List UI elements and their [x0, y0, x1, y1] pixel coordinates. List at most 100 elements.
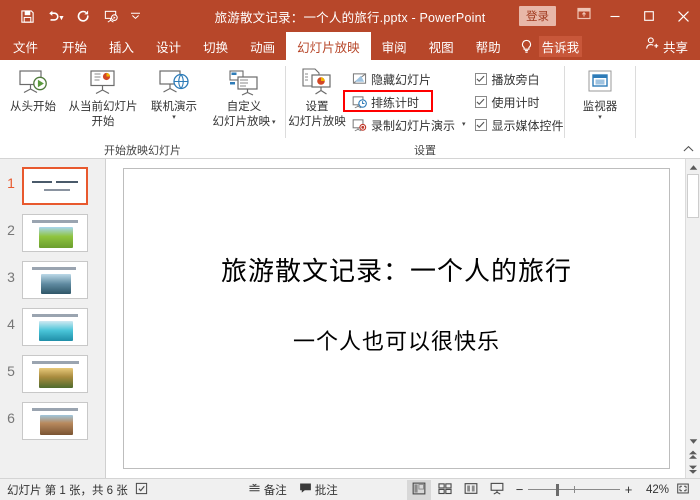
slide-counter[interactable]: 幻灯片 第 1 张，共 6 张 — [7, 482, 128, 498]
monitor-button[interactable]: 监视器 ▾ — [569, 64, 631, 122]
share-button[interactable]: 共享 — [645, 32, 700, 60]
set-up-slide-show-icon — [300, 67, 334, 99]
zoom-track[interactable] — [528, 479, 620, 500]
minimize-button[interactable] — [598, 0, 632, 32]
notes-label: 备注 — [263, 484, 287, 497]
thumbnail-slide-1[interactable] — [22, 167, 88, 205]
zoom-track-tick — [574, 485, 575, 493]
play-narrations-checkbox[interactable]: 播放旁白 — [474, 69, 564, 89]
set-up-slide-show-button[interactable]: 设置 幻灯片放映 — [286, 64, 348, 129]
thumbnail-slide-2[interactable] — [22, 214, 88, 252]
zoom-slider[interactable]: − + — [515, 479, 633, 500]
thumbnail-number: 1 — [7, 175, 15, 191]
undo-button[interactable]: ▼ — [42, 4, 68, 28]
redo-button[interactable] — [70, 4, 96, 28]
monitor-dropdown-caret[interactable]: ▾ — [598, 114, 602, 122]
checkbox-icon — [474, 96, 487, 108]
slide-editing-surface[interactable]: 旅游散文记录：一个人的旅行 一个人也可以很快乐 — [123, 168, 670, 469]
start-from-current-slide-label-1: 从当前幻灯片 — [68, 101, 138, 113]
maximize-button[interactable] — [632, 0, 666, 32]
maximize-icon — [643, 10, 655, 22]
tab-slide-show[interactable]: 幻灯片放映 — [286, 32, 371, 60]
collapse-ribbon-button[interactable] — [680, 142, 696, 156]
show-media-controls-checkbox[interactable]: 显示媒体控件 — [474, 115, 564, 135]
custom-slide-show-label-1: 自定义 — [226, 101, 262, 113]
tab-view[interactable]: 视图 — [418, 32, 465, 60]
hide-slide-button[interactable]: 隐藏幻灯片 — [348, 69, 469, 89]
tab-file[interactable]: 文件 — [0, 32, 51, 60]
thumbnail-slide-6[interactable] — [22, 402, 88, 440]
accessibility-check-icon[interactable] — [135, 482, 148, 498]
thumbnail-slide-4[interactable] — [22, 308, 88, 346]
set-up-small-buttons: 隐藏幻灯片 排练计时 录制幻灯片演示 ▾ — [348, 64, 469, 135]
tell-me-label[interactable]: 告诉我 — [538, 35, 583, 57]
scrollbar-track[interactable] — [686, 218, 700, 433]
thumbnail-slide-5[interactable] — [22, 355, 88, 393]
zoom-in-button[interactable]: + — [624, 482, 633, 497]
list-item[interactable]: 5 — [0, 355, 105, 393]
customize-quick-access-toolbar-button[interactable] — [126, 4, 144, 28]
comments-label: 批注 — [314, 484, 338, 497]
status-right: − + 42% — [407, 479, 700, 500]
zoom-out-button[interactable]: − — [515, 482, 524, 497]
ribbon-separator-3 — [635, 66, 636, 138]
status-bar: 幻灯片 第 1 张，共 6 张 备注 批注 − + 42% — [0, 478, 700, 500]
tab-animations[interactable]: 动画 — [239, 32, 286, 60]
next-slide-icon — [688, 462, 698, 480]
list-item[interactable]: 3 — [0, 261, 105, 299]
rehearse-timings-icon — [351, 94, 367, 110]
next-slide-button[interactable] — [686, 463, 700, 478]
start-from-current-slide-button[interactable]: 从当前幻灯片 开始 — [66, 64, 140, 129]
ribbon-display-options-button[interactable] — [570, 0, 598, 32]
present-online-button[interactable]: 联机演示 ▾ — [141, 64, 207, 122]
zoom-level-label[interactable]: 42% — [639, 484, 669, 496]
normal-view-button[interactable] — [407, 479, 431, 500]
slide-thumbnail-panel[interactable]: 1 2 3 4 5 6 — [0, 159, 106, 478]
tab-insert[interactable]: 插入 — [98, 32, 145, 60]
scroll-up-button[interactable] — [686, 159, 700, 174]
comments-button[interactable]: 批注 — [299, 482, 338, 498]
thumbnail-slide-3[interactable] — [22, 261, 88, 299]
tab-design[interactable]: 设计 — [145, 32, 192, 60]
list-item[interactable]: 2 — [0, 214, 105, 252]
custom-slide-show-dropdown-caret[interactable]: ▾ — [272, 119, 276, 127]
scrollbar-thumb[interactable] — [687, 174, 699, 218]
record-slide-show-button[interactable]: 录制幻灯片演示 ▾ — [348, 115, 469, 135]
monitor-icon — [584, 67, 616, 99]
list-item[interactable]: 4 — [0, 308, 105, 346]
start-from-beginning-button[interactable]: 从头开始 — [0, 64, 66, 114]
slide-subtitle-text[interactable]: 一个人也可以很快乐 — [124, 324, 669, 356]
start-from-beginning-icon — [16, 67, 50, 99]
slide-sorter-button[interactable] — [433, 480, 457, 500]
zoom-handle[interactable] — [555, 483, 559, 496]
notes-button[interactable]: 备注 — [248, 482, 287, 498]
custom-slide-show-button[interactable]: 自定义 幻灯片放映 ▾ — [207, 64, 281, 129]
close-button[interactable] — [666, 0, 700, 32]
use-timings-label: 使用计时 — [491, 95, 540, 110]
tab-review[interactable]: 审阅 — [371, 32, 418, 60]
start-from-current-slide-icon — [86, 67, 120, 99]
slide-show-view-button[interactable] — [485, 480, 509, 500]
undo-dropdown-caret[interactable]: ▼ — [58, 15, 65, 22]
slide-title-text[interactable]: 旅游散文记录：一个人的旅行 — [124, 251, 669, 288]
tell-me-box[interactable]: 告诉我 — [518, 32, 583, 60]
present-online-dropdown-caret[interactable]: ▾ — [172, 114, 176, 122]
fit-slide-to-window-button[interactable] — [671, 480, 695, 500]
scroll-up-icon — [689, 158, 698, 176]
status-middle: 备注 批注 — [248, 482, 338, 498]
use-timings-checkbox[interactable]: 使用计时 — [474, 92, 564, 112]
tab-home[interactable]: 开始 — [51, 32, 98, 60]
record-slide-show-dropdown-caret[interactable]: ▾ — [462, 121, 466, 129]
save-icon — [20, 9, 35, 24]
list-item[interactable]: 6 — [0, 402, 105, 440]
tab-help[interactable]: 帮助 — [465, 32, 512, 60]
tab-transitions[interactable]: 切换 — [192, 32, 239, 60]
rehearse-timings-button[interactable]: 排练计时 — [348, 92, 469, 112]
save-button[interactable] — [14, 4, 40, 28]
sign-in-button[interactable]: 登录 — [519, 6, 556, 26]
start-slideshow-button[interactable] — [98, 4, 124, 28]
set-up-slide-show-label-2: 幻灯片放映 — [288, 116, 346, 128]
list-item[interactable]: 1 — [0, 167, 105, 205]
reading-view-button[interactable] — [459, 480, 483, 500]
vertical-scrollbar[interactable] — [685, 159, 700, 478]
